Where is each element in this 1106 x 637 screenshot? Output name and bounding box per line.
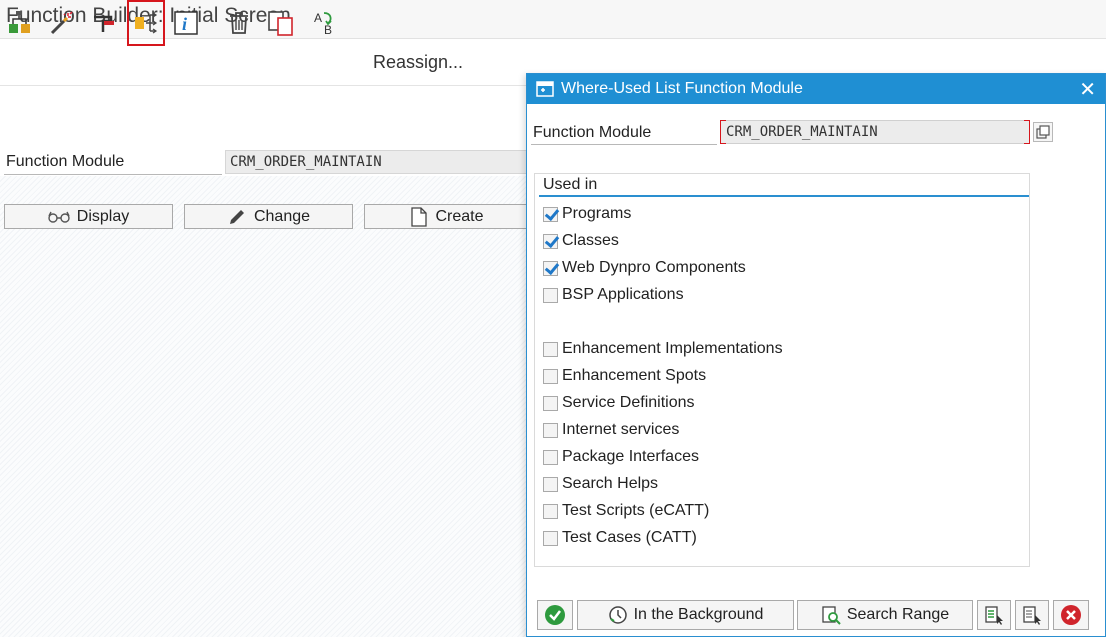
checkbox-box[interactable]: [543, 206, 558, 222]
hierarchy-icon[interactable]: [5, 8, 35, 38]
checkbox-test-scripts[interactable]: Test Scripts (eCATT): [543, 500, 709, 522]
display-button-label: Display: [76, 207, 130, 225]
checkbox-label: Enhancement Implementations: [562, 340, 783, 357]
svg-text:i: i: [182, 14, 187, 34]
used-in-group: Used in Programs Classes Web Dynpro Comp…: [534, 173, 1030, 567]
checkbox-label: Search Helps: [562, 475, 659, 492]
change-button-label: Change: [253, 207, 311, 225]
reassign-button[interactable]: Reassign...: [373, 52, 463, 73]
checkbox-box[interactable]: [543, 341, 558, 357]
required-marker-right: [1024, 120, 1030, 144]
checkbox-label: Classes: [562, 232, 619, 249]
deselect-all-button[interactable]: [1015, 600, 1049, 630]
delete-icon[interactable]: [224, 8, 254, 38]
checkbox-label: Web Dynpro Components: [562, 259, 746, 276]
change-button[interactable]: Change: [184, 204, 353, 229]
checkbox-label: Programs: [562, 205, 632, 222]
checkbox-label: Service Definitions: [562, 394, 695, 411]
checkbox-label: Test Cases (CATT): [562, 529, 697, 546]
function-module-input[interactable]: CRM_ORDER_MAINTAIN: [225, 150, 535, 174]
select-all-button[interactable]: [977, 600, 1011, 630]
checkbox-label: Enhancement Spots: [562, 367, 707, 384]
checkbox-box[interactable]: [543, 287, 558, 303]
deselect-all-icon: [1023, 606, 1041, 625]
search-range-button[interactable]: Search Range: [797, 600, 973, 630]
select-all-icon: [985, 606, 1003, 625]
dialog-function-module-label: Function Module: [533, 124, 652, 141]
rename-icon[interactable]: A B: [309, 8, 339, 38]
checkbox-box[interactable]: [543, 530, 558, 546]
cancel-button[interactable]: [1053, 600, 1089, 630]
checkbox-label: Internet services: [562, 421, 680, 438]
dialog-field-underline: [531, 144, 717, 145]
checkbox-label: Package Interfaces: [562, 448, 699, 465]
checkbox-bsp[interactable]: BSP Applications: [543, 284, 684, 306]
checkbox-package-interfaces[interactable]: Package Interfaces: [543, 446, 699, 468]
value-help-icon: [1036, 125, 1050, 139]
function-module-label: Function Module: [6, 153, 125, 170]
checkbox-web-dynpro[interactable]: Web Dynpro Components: [543, 257, 746, 279]
group-title: Used in: [543, 176, 598, 193]
checkbox-programs[interactable]: Programs: [543, 203, 631, 225]
checkbox-box[interactable]: [543, 422, 558, 438]
checkbox-search-helps[interactable]: Search Helps: [543, 473, 658, 495]
dialog-function-module-input[interactable]: CRM_ORDER_MAINTAIN: [720, 120, 1030, 144]
cancel-icon: [1061, 605, 1081, 625]
confirm-button[interactable]: [537, 600, 573, 630]
document-icon: [411, 206, 428, 227]
where-used-dialog: Where-Used List Function Module ✕ Functi…: [526, 73, 1106, 637]
value-help-button[interactable]: [1033, 122, 1053, 142]
group-title-underline: [539, 195, 1029, 197]
title-bar: Function Builder: Initial Screen: [0, 0, 1106, 39]
glasses-icon: [48, 211, 70, 223]
dialog-window-icon: [536, 81, 554, 102]
dialog-header: Where-Used List Function Module ✕: [527, 74, 1105, 104]
info-icon[interactable]: i: [171, 8, 201, 38]
checkbox-box[interactable]: [543, 503, 558, 519]
checkbox-box[interactable]: [543, 233, 558, 249]
close-icon[interactable]: ✕: [1079, 77, 1096, 102]
dialog-title: Where-Used List Function Module: [561, 80, 803, 97]
copy-icon[interactable]: [266, 8, 296, 38]
dialog-footer: In the Background Search Range: [527, 598, 1105, 636]
checkbox-service-definitions[interactable]: Service Definitions: [543, 392, 695, 414]
in-background-label: In the Background: [633, 606, 764, 623]
field-underline: [4, 174, 222, 175]
checkbox-box[interactable]: [543, 260, 558, 276]
search-range-label: Search Range: [846, 606, 950, 623]
dialog-function-module-value: CRM_ORDER_MAINTAIN: [726, 124, 878, 140]
checkmark-circle-icon: [545, 605, 565, 625]
checkbox-enhancement-spots[interactable]: Enhancement Spots: [543, 365, 706, 387]
checkbox-box[interactable]: [543, 449, 558, 465]
checkbox-label: BSP Applications: [562, 286, 684, 303]
magic-wand-icon[interactable]: [47, 8, 77, 38]
checkbox-box[interactable]: [543, 476, 558, 492]
search-range-icon: [822, 606, 841, 625]
svg-text:A: A: [314, 11, 322, 25]
create-button-label: Create: [435, 207, 484, 225]
clock-icon: [608, 606, 627, 624]
pencil-icon: [229, 209, 244, 224]
checkbox-label: Test Scripts (eCATT): [562, 502, 710, 519]
where-used-icon[interactable]: [127, 0, 165, 46]
required-marker-left: [720, 120, 726, 144]
checkbox-internet-services[interactable]: Internet services: [543, 419, 679, 441]
checkbox-test-cases[interactable]: Test Cases (CATT): [543, 527, 697, 549]
checkbox-box[interactable]: [543, 368, 558, 384]
in-background-button[interactable]: In the Background: [577, 600, 794, 630]
checkbox-enhancement-implementations[interactable]: Enhancement Implementations: [543, 338, 783, 360]
display-button[interactable]: Display: [4, 204, 173, 229]
checkbox-box[interactable]: [543, 395, 558, 411]
test-icon[interactable]: [89, 8, 119, 38]
create-button[interactable]: Create: [364, 204, 530, 229]
checkbox-classes[interactable]: Classes: [543, 230, 619, 252]
